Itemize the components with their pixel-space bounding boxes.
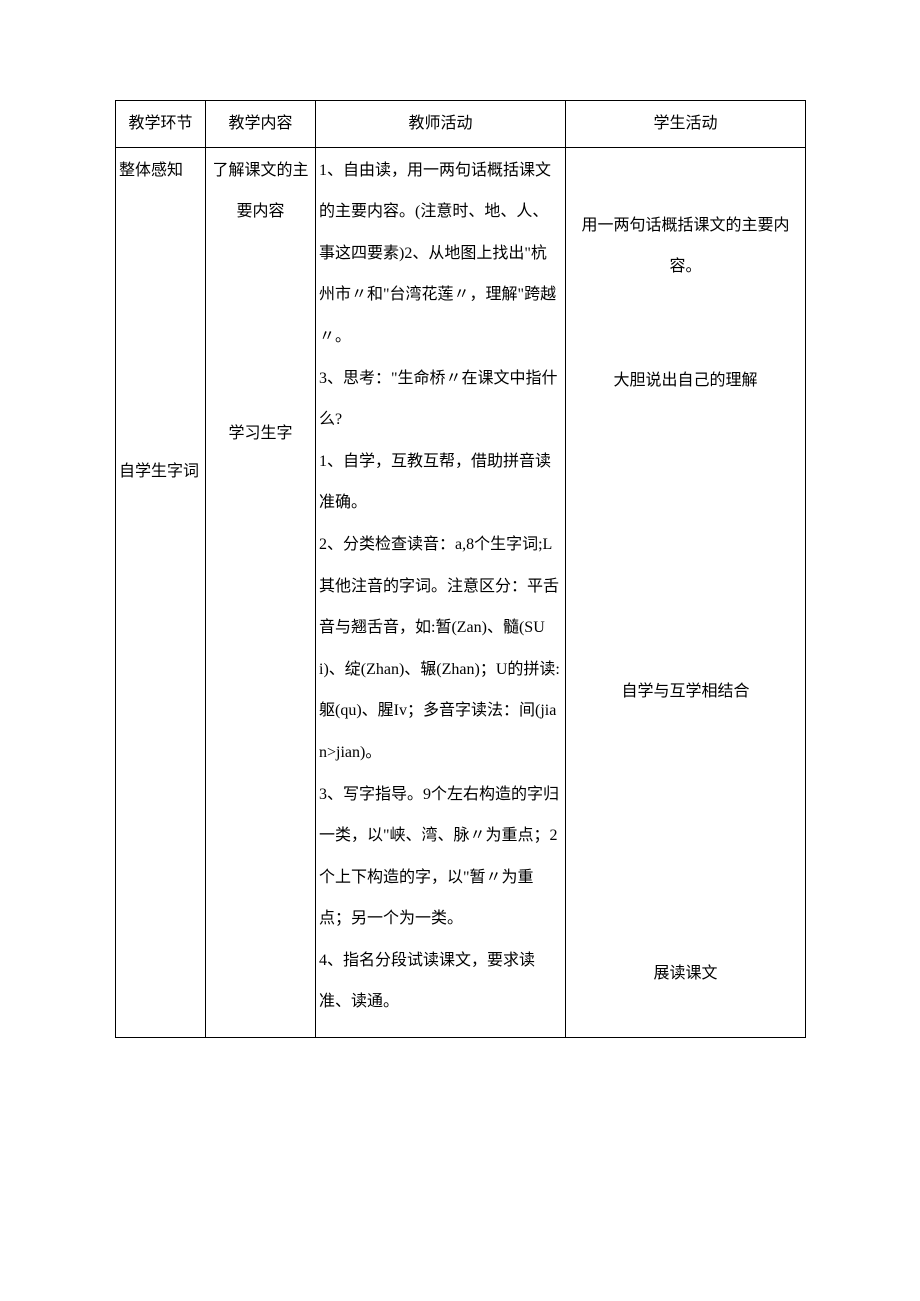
cell-stage: 整体感知 自学生字词	[116, 147, 206, 1037]
cell-teacher: 1、自由读，用一两句话概括课文的主要内容。(注意时、地、人、事这四要素)2、从地…	[316, 147, 566, 1037]
content-chars: 学习生字	[209, 413, 312, 455]
teacher-p3: 1、自学，互教互帮，借助拼音读准确。	[319, 441, 562, 524]
stage-vocab: 自学生字词	[119, 451, 202, 493]
header-content: 教学内容	[206, 101, 316, 148]
teacher-p1: 1、自由读，用一两句话概括课文的主要内容。(注意时、地、人、事这四要素)2、从地…	[319, 150, 562, 358]
lesson-plan-table: 教学环节 教学内容 教师活动 学生活动 整体感知 自学生字词 了解课文的主要内容…	[115, 100, 806, 1038]
cell-student: 用一两句话概括课文的主要内容。 大胆说出自己的理解 自学与互学相结合 展读课文	[566, 147, 806, 1037]
student-p3: 自学与互学相结合	[569, 671, 802, 713]
header-student: 学生活动	[566, 101, 806, 148]
teacher-p2: 3、思考："生命桥〃在课文中指什么?	[319, 358, 562, 441]
student-p4: 展读课文	[569, 953, 802, 995]
content-main: 了解课文的主要内容	[209, 150, 312, 233]
teacher-p5: 3、写字指导。9个左右构造的字归一类，以"峡、湾、脉〃为重点；2个上下构造的字，…	[319, 774, 562, 940]
cell-content: 了解课文的主要内容 学习生字	[206, 147, 316, 1037]
student-p1: 用一两句话概括课文的主要内容。	[569, 205, 802, 288]
stage-overall: 整体感知	[119, 150, 202, 192]
student-p2: 大胆说出自己的理解	[569, 360, 802, 402]
teacher-p4: 2、分类检查读音：a,8个生字词;L其他注音的字词。注意区分：平舌音与翘舌音，如…	[319, 524, 562, 774]
header-teacher: 教师活动	[316, 101, 566, 148]
document-page: 教学环节 教学内容 教师活动 学生活动 整体感知 自学生字词 了解课文的主要内容…	[0, 0, 920, 1158]
table-row: 整体感知 自学生字词 了解课文的主要内容 学习生字 1、自由读，用一两句话概括课…	[116, 147, 806, 1037]
teacher-p6: 4、指名分段试读课文，要求读准、读通。	[319, 940, 562, 1023]
table-header-row: 教学环节 教学内容 教师活动 学生活动	[116, 101, 806, 148]
header-stage: 教学环节	[116, 101, 206, 148]
